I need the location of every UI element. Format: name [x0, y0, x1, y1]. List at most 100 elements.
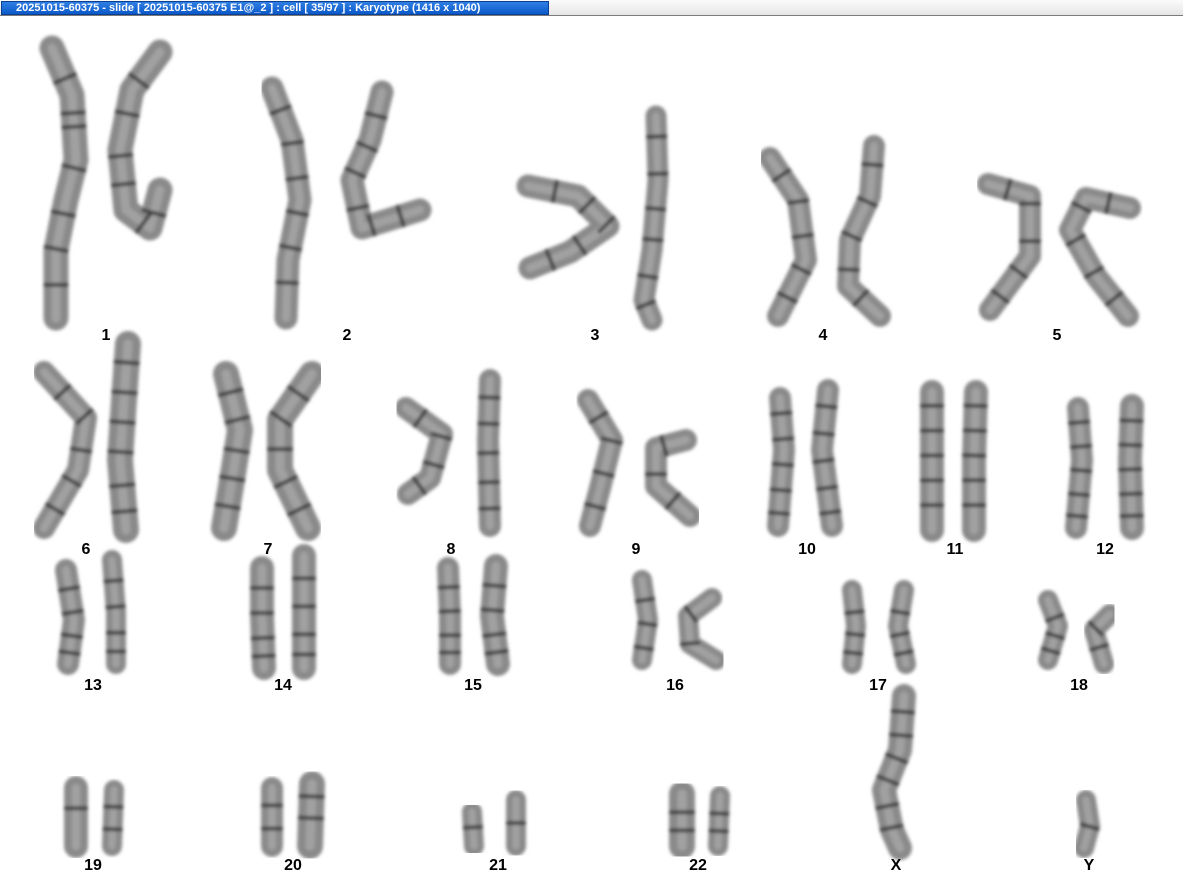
- chromosome-band: [1069, 467, 1093, 474]
- chromosome-band: [438, 608, 461, 614]
- chromosome-band: [437, 584, 460, 590]
- chromosome: [297, 771, 325, 859]
- chromosome: [1074, 790, 1100, 858]
- chromosome-band: [298, 793, 325, 799]
- chromosome-band: [837, 267, 860, 273]
- chromosome: [633, 105, 669, 331]
- chromosome-label-18: 18: [1070, 677, 1088, 694]
- chromosome-band: [107, 449, 134, 455]
- chromosome: [767, 387, 795, 537]
- chromosome: [102, 550, 126, 674]
- chromosome: [292, 544, 316, 680]
- chromosome-band: [1067, 491, 1091, 498]
- karyogram-image: [33, 35, 1144, 860]
- chromosome-label-8: 8: [446, 541, 456, 558]
- chromosome: [1118, 394, 1144, 540]
- chromosome-highlight: [714, 792, 724, 850]
- chromosome-band: [113, 359, 140, 366]
- chromosome-label-y: Y: [1083, 857, 1095, 874]
- chromosome-band: [1069, 443, 1093, 450]
- chromosome-band: [250, 635, 275, 641]
- chromosome-highlight: [969, 387, 981, 535]
- chromosome-label-12: 12: [1096, 541, 1114, 558]
- chromosome: [102, 780, 124, 856]
- chromosome-band: [861, 161, 884, 168]
- chromosome-band: [1067, 419, 1091, 426]
- chromosome-band: [963, 403, 988, 409]
- karyogram: 1 2 3 4 5 6 7 8 9 10 11 12 13 14 15 16 17 18 19 20 21 22 X Y: [0, 16, 1183, 874]
- chromosome: [107, 39, 173, 241]
- chromosome-band: [771, 461, 794, 468]
- chromosome: [250, 556, 276, 680]
- chromosome: [920, 380, 944, 542]
- chromosome: [340, 80, 432, 240]
- chromosome-band: [251, 653, 276, 659]
- chromosome-band: [102, 826, 123, 832]
- chromosome: [267, 361, 325, 541]
- chromosome: [669, 781, 695, 859]
- chromosome-band: [60, 110, 86, 116]
- chromosome-label-11: 11: [946, 541, 964, 558]
- chromosome-label-6: 6: [81, 541, 91, 558]
- chromosome: [577, 389, 623, 537]
- chromosome-band: [477, 479, 501, 485]
- chromosome-band: [844, 631, 866, 638]
- chromosome: [708, 786, 730, 856]
- chromosome-band: [815, 484, 839, 492]
- chromosome-band: [679, 640, 701, 647]
- chromosome-band: [772, 436, 795, 442]
- window-title-bar[interactable]: 20251015-60375 - slide [ 20251015-60375 …: [0, 0, 1183, 16]
- chromosome-band: [275, 280, 299, 286]
- chromosome-label-14: 14: [274, 677, 292, 694]
- chromosome-label-7: 7: [263, 541, 273, 558]
- chromosome-band: [1119, 418, 1144, 424]
- chromosome-label-15: 15: [464, 677, 482, 694]
- chromosome-label-9: 9: [631, 541, 641, 558]
- chromosome-band: [105, 603, 126, 610]
- chromosome-band: [111, 508, 138, 515]
- chromosome-band: [111, 389, 138, 396]
- chromosome: [1065, 397, 1093, 539]
- chromosome-label-1: 1: [101, 327, 111, 344]
- chromosome: [33, 361, 97, 539]
- chromosome: [437, 557, 461, 675]
- chromosome-band: [767, 510, 791, 517]
- chromosome: [261, 777, 283, 857]
- chromosome: [55, 559, 85, 675]
- chromosome: [888, 580, 916, 674]
- chromosome-band: [1118, 491, 1144, 497]
- chromosome-highlight: [444, 564, 454, 668]
- chromosome: [1038, 590, 1068, 670]
- chromosome: [977, 173, 1041, 321]
- chromosome-band: [478, 506, 501, 511]
- chromosome-band: [480, 607, 505, 614]
- chromosome-label-16: 16: [666, 677, 684, 694]
- chromosome-label-2: 2: [342, 327, 352, 344]
- chromosome-band: [61, 124, 87, 130]
- chromosome: [64, 776, 88, 858]
- chromosome-band: [1118, 467, 1143, 472]
- chromosome-label-10: 10: [798, 541, 816, 558]
- chromosome-label-5: 5: [1052, 327, 1062, 344]
- chromosome-highlight: [108, 556, 120, 668]
- chromosome-label-4: 4: [818, 327, 828, 344]
- chromosome: [811, 379, 843, 537]
- chromosome-band: [844, 609, 865, 616]
- chromosome: [837, 135, 891, 327]
- chromosome-band: [962, 428, 987, 433]
- chromosome-band: [644, 205, 667, 212]
- chromosome: [506, 790, 526, 856]
- chromosome-band: [815, 403, 838, 410]
- chromosome-label-x: X: [890, 857, 902, 874]
- chromosome-band: [1065, 513, 1089, 519]
- chromosome-band: [110, 180, 137, 188]
- chromosome-band: [708, 828, 729, 834]
- chromosome-band: [888, 732, 914, 739]
- chromosome-band: [462, 824, 484, 830]
- chromosome-label-3: 3: [590, 327, 600, 344]
- chromosome-band: [1118, 442, 1143, 448]
- chromosome: [39, 35, 89, 331]
- chromosome-band: [478, 395, 501, 400]
- chromosome-band: [477, 450, 500, 456]
- chromosome: [759, 147, 817, 327]
